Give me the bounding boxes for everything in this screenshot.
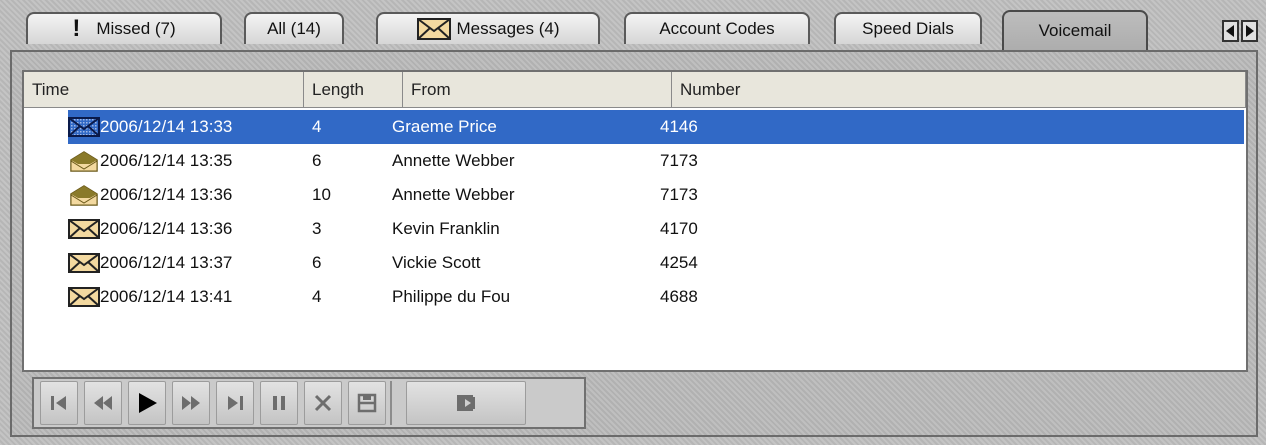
column-header-time[interactable]: Time xyxy=(24,72,304,108)
skip-to-start-icon xyxy=(51,396,66,410)
fast-forward-button[interactable] xyxy=(172,381,210,425)
length-cell: 6 xyxy=(312,151,322,170)
tab-speed-dials[interactable]: Speed Dials xyxy=(834,12,982,44)
column-label: Time xyxy=(32,79,70,99)
open-envelope-icon xyxy=(70,151,98,172)
table-row[interactable]: 2006/12/14 13:41 4 Philippe du Fou 4688 xyxy=(24,280,1244,314)
pause-icon xyxy=(273,396,285,410)
tab-all[interactable]: All (14) xyxy=(244,12,344,44)
tab-label: All (14) xyxy=(267,19,321,38)
time-cell: 2006/12/14 13:35 xyxy=(68,144,232,178)
tab-messages[interactable]: Messages (4) xyxy=(376,12,600,44)
pause-button[interactable] xyxy=(260,381,298,425)
triangle-right-icon xyxy=(1246,25,1254,37)
time-value: 2006/12/14 13:35 xyxy=(100,151,233,170)
number-cell: 4146 xyxy=(660,117,698,136)
play-icon xyxy=(139,393,157,413)
save-icon xyxy=(357,393,377,413)
time-cell: 2006/12/14 13:33 xyxy=(68,110,232,144)
skip-to-end-button[interactable] xyxy=(216,381,254,425)
voicemail-list[interactable]: Time Length From Number 2006/12/14 13:33… xyxy=(22,70,1248,372)
length-cell: 3 xyxy=(312,219,322,238)
time-cell: 2006/12/14 13:37 xyxy=(68,246,232,280)
tab-label: Missed (7) xyxy=(96,19,176,38)
tab-strip: ! Missed (7) All (14) Messages (4) Accou… xyxy=(0,0,1266,52)
list-header: Time Length From Number xyxy=(24,72,1246,108)
save-button[interactable] xyxy=(348,381,386,425)
scroll-right-button[interactable] xyxy=(1241,20,1258,42)
delete-button[interactable] xyxy=(304,381,342,425)
exclamation-icon: ! xyxy=(72,15,81,42)
time-value: 2006/12/14 13:36 xyxy=(100,185,233,204)
time-cell: 2006/12/14 13:36 xyxy=(68,212,232,246)
length-cell: 4 xyxy=(312,117,322,136)
time-value: 2006/12/14 13:36 xyxy=(100,219,233,238)
envelope-icon xyxy=(416,18,451,40)
forward-to-mailbox-button[interactable] xyxy=(406,381,526,425)
from-cell: Kevin Franklin xyxy=(392,219,500,238)
envelope-icon xyxy=(68,253,100,273)
forward-to-mailbox-icon xyxy=(457,395,475,411)
open-envelope-icon xyxy=(70,185,98,206)
column-label: Number xyxy=(680,79,741,99)
from-cell: Philippe du Fou xyxy=(392,287,511,306)
number-cell: 7173 xyxy=(660,185,698,204)
length-cell: 10 xyxy=(312,185,331,204)
from-cell: Graeme Price xyxy=(392,117,497,136)
table-row[interactable]: 2006/12/14 13:36 10 Annette Webber 7173 xyxy=(24,178,1244,212)
tab-account-codes[interactable]: Account Codes xyxy=(624,12,810,44)
rewind-icon xyxy=(94,396,112,410)
from-cell: Annette Webber xyxy=(392,151,515,170)
tab-label: Speed Dials xyxy=(862,19,954,38)
column-header-from[interactable]: From xyxy=(403,72,672,108)
table-row[interactable]: 2006/12/14 13:37 6 Vickie Scott 4254 xyxy=(24,246,1244,280)
number-cell: 4688 xyxy=(660,287,698,306)
column-label: From xyxy=(411,79,451,99)
play-button[interactable] xyxy=(128,381,166,425)
time-value: 2006/12/14 13:37 xyxy=(100,253,233,272)
delete-icon xyxy=(314,394,332,412)
envelope-selected-icon xyxy=(68,117,100,137)
table-row[interactable]: 2006/12/14 13:35 6 Annette Webber 7173 xyxy=(24,144,1244,178)
tab-voicemail[interactable]: Voicemail xyxy=(1002,10,1148,50)
table-row[interactable]: 2006/12/14 13:33 4 Graeme Price 4146 xyxy=(68,110,1244,144)
fast-forward-icon xyxy=(182,396,200,410)
time-value: 2006/12/14 13:33 xyxy=(100,117,233,136)
from-cell: Vickie Scott xyxy=(392,253,481,272)
time-value: 2006/12/14 13:41 xyxy=(100,287,233,306)
triangle-left-icon xyxy=(1226,25,1234,37)
number-cell: 4170 xyxy=(660,219,698,238)
number-cell: 7173 xyxy=(660,151,698,170)
column-label: Length xyxy=(312,79,364,99)
number-cell: 4254 xyxy=(660,253,698,272)
toolbar-separator xyxy=(390,381,392,425)
tab-missed[interactable]: ! Missed (7) xyxy=(26,12,222,44)
skip-to-start-button[interactable] xyxy=(40,381,78,425)
tab-label: Messages (4) xyxy=(456,19,560,38)
envelope-icon xyxy=(68,219,100,239)
time-cell: 2006/12/14 13:36 xyxy=(68,178,232,212)
column-header-number[interactable]: Number xyxy=(672,72,1246,108)
playback-toolbar xyxy=(32,377,586,429)
time-cell: 2006/12/14 13:41 xyxy=(68,280,232,314)
length-cell: 4 xyxy=(312,287,322,306)
from-cell: Annette Webber xyxy=(392,185,515,204)
skip-to-end-icon xyxy=(228,396,243,410)
tab-label: Voicemail xyxy=(1038,21,1112,40)
tab-scroll-arrows xyxy=(1222,20,1258,42)
scroll-left-button[interactable] xyxy=(1222,20,1239,42)
tab-label: Account Codes xyxy=(659,19,775,38)
length-cell: 6 xyxy=(312,253,322,272)
column-header-length[interactable]: Length xyxy=(304,72,403,108)
envelope-icon xyxy=(68,287,100,307)
rewind-button[interactable] xyxy=(84,381,122,425)
table-row[interactable]: 2006/12/14 13:36 3 Kevin Franklin 4170 xyxy=(24,212,1244,246)
